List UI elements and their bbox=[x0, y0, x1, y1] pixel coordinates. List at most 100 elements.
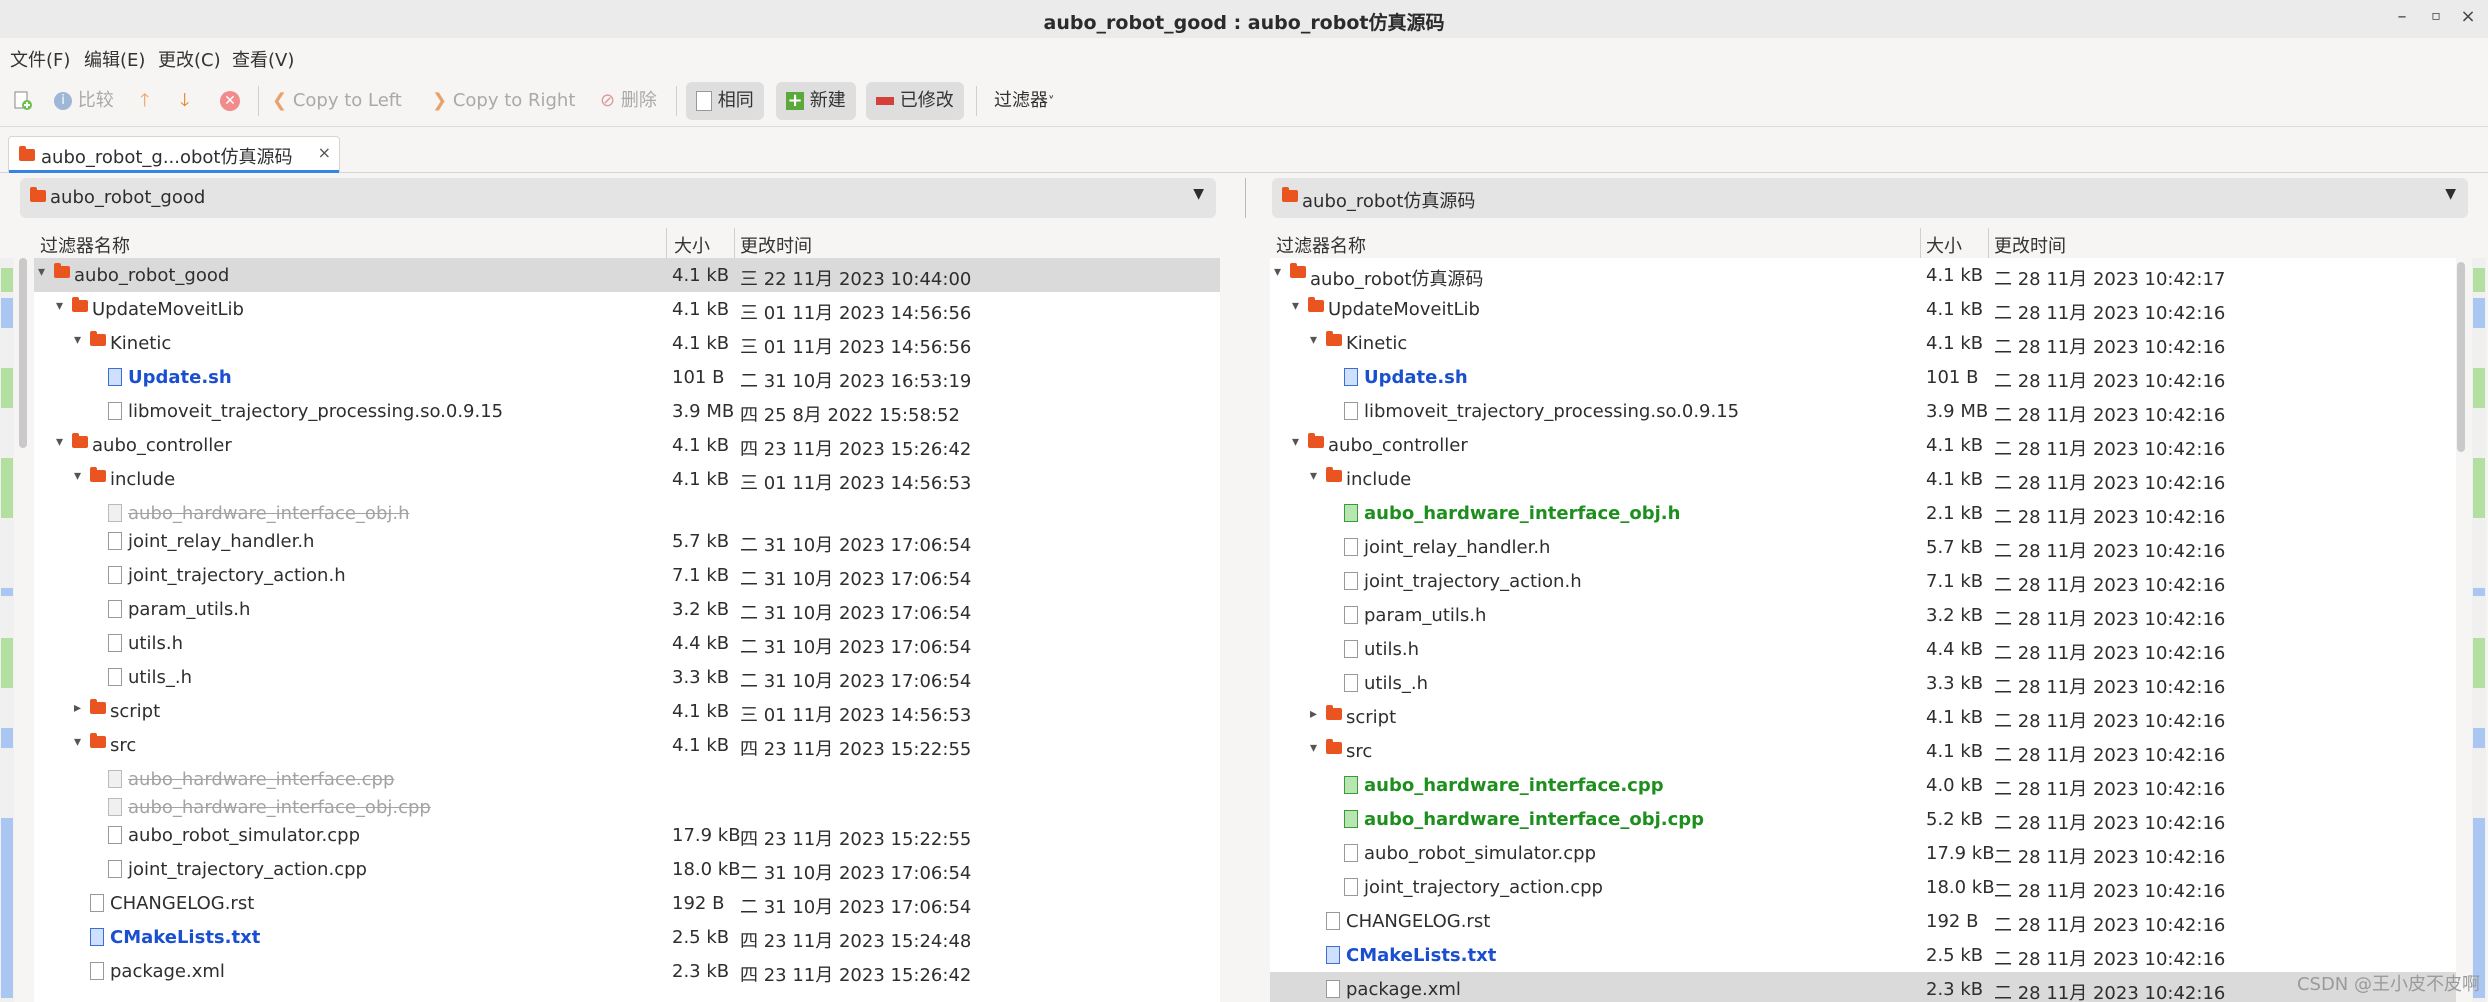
tree-row[interactable]: ▾ aubo_controller 4.1 kB 二 28 11月 2023 10:4… bbox=[1270, 428, 2456, 462]
tree-row[interactable]: Update.sh 101 B 二 28 11月 2023 10:42:16 bbox=[1270, 360, 2456, 394]
expander-open-icon[interactable]: ▾ bbox=[38, 264, 45, 280]
new-comparison-icon[interactable] bbox=[12, 82, 34, 120]
tree-row[interactable]: ▸ script 4.1 kB 三 01 11月 2023 14:56:53 bbox=[34, 694, 1220, 728]
delete-button[interactable]: ⊘ 删除 bbox=[600, 82, 657, 120]
col-size[interactable]: 大小 bbox=[674, 232, 710, 258]
expander-open-icon[interactable]: ▾ bbox=[1292, 434, 1299, 450]
tree-row[interactable]: aubo_hardware_interface_obj.h bbox=[34, 496, 1220, 524]
col-name[interactable]: 过滤器名称 bbox=[40, 232, 130, 258]
tree-row[interactable]: package.xml 2.3 kB 四 23 11月 2023 15:26:42 bbox=[34, 954, 1220, 988]
right-file-tree[interactable]: ▾ aubo_robot仿真源码 4.1 kB 二 28 11月 2023 10:42… bbox=[1270, 258, 2456, 1002]
tree-row[interactable]: aubo_hardware_interface_obj.h 2.1 kB 二 28 … bbox=[1270, 496, 2456, 530]
filter-dropdown[interactable]: 过滤器˅ bbox=[994, 82, 1055, 120]
expander-open-icon[interactable]: ▾ bbox=[56, 298, 63, 314]
expander-open-icon[interactable]: ▾ bbox=[74, 468, 81, 484]
column-divider[interactable] bbox=[666, 228, 667, 258]
stop-icon[interactable]: ✕ bbox=[220, 82, 240, 120]
expander-open-icon[interactable]: ▾ bbox=[1292, 298, 1299, 314]
tab-close-icon[interactable]: × bbox=[318, 143, 331, 162]
copy-to-left-button[interactable]: ❮ Copy to Left bbox=[272, 82, 402, 120]
tree-row[interactable]: package.xml 2.3 kB 二 28 11月 2023 10:42:16 bbox=[1270, 972, 2456, 1002]
tree-row[interactable]: utils.h 4.4 kB 二 31 10月 2023 17:06:54 bbox=[34, 626, 1220, 660]
tree-row[interactable]: ▾ aubo_robot_good 4.1 kB 三 22 11月 2023 10:4… bbox=[34, 258, 1220, 292]
right-path-selector[interactable]: aubo_robot仿真源码 ▼ bbox=[1272, 178, 2468, 218]
expander-open-icon[interactable]: ▾ bbox=[1310, 332, 1317, 348]
tree-row[interactable]: libmoveit_trajectory_processing.so.0.9.1… bbox=[34, 394, 1220, 428]
tree-row[interactable]: ▾ UpdateMoveitLib 4.1 kB 三 01 11月 2023 14:5… bbox=[34, 292, 1220, 326]
tree-row[interactable]: ▸ script 4.1 kB 二 28 11月 2023 10:42:16 bbox=[1270, 700, 2456, 734]
tree-row[interactable]: joint_trajectory_action.cpp 18.0 kB 二 28 1… bbox=[1270, 870, 2456, 904]
right-scrollbar[interactable] bbox=[2456, 258, 2466, 1002]
column-divider[interactable] bbox=[734, 228, 735, 258]
tree-row[interactable]: ▾ include 4.1 kB 三 01 11月 2023 14:56:53 bbox=[34, 462, 1220, 496]
scrollbar-thumb[interactable] bbox=[19, 258, 27, 448]
expander-open-icon[interactable]: ▾ bbox=[74, 734, 81, 750]
compare-button[interactable]: i 比较 bbox=[54, 82, 114, 120]
col-time[interactable]: 更改时间 bbox=[740, 232, 812, 258]
tree-row[interactable]: Update.sh 101 B 二 31 10月 2023 16:53:19 bbox=[34, 360, 1220, 394]
tree-row[interactable]: CHANGELOG.rst 192 B 二 28 11月 2023 10:42:16 bbox=[1270, 904, 2456, 938]
left-path-selector[interactable]: aubo_robot_good ▼ bbox=[20, 178, 1216, 218]
show-new-toggle[interactable]: + 新建 bbox=[776, 82, 856, 120]
minimize-icon[interactable]: – bbox=[2390, 6, 2414, 27]
left-scrollbar[interactable] bbox=[18, 258, 28, 1002]
tree-row[interactable]: joint_trajectory_action.cpp 18.0 kB 二 31 1… bbox=[34, 852, 1220, 886]
menu-file[interactable]: 文件(F) bbox=[10, 46, 70, 72]
tree-row[interactable]: ▾ Kinetic 4.1 kB 三 01 11月 2023 14:56:56 bbox=[34, 326, 1220, 360]
tree-row[interactable]: ▾ aubo_robot仿真源码 4.1 kB 二 28 11月 2023 10:42… bbox=[1270, 258, 2456, 292]
show-modified-toggle[interactable]: 已修改 bbox=[866, 82, 964, 120]
tab-comparison[interactable]: aubo_robot_g...obot仿真源码 × bbox=[8, 136, 340, 173]
tree-row[interactable]: aubo_hardware_interface.cpp 4.0 kB 二 28 11… bbox=[1270, 768, 2456, 802]
expander-open-icon[interactable]: ▾ bbox=[1310, 468, 1317, 484]
tree-row[interactable]: aubo_hardware_interface_obj.cpp 5.2 kB 二 2… bbox=[1270, 802, 2456, 836]
scrollbar-thumb[interactable] bbox=[2457, 262, 2465, 452]
expander-open-icon[interactable]: ▾ bbox=[56, 434, 63, 450]
tree-row[interactable]: utils.h 4.4 kB 二 28 11月 2023 10:42:16 bbox=[1270, 632, 2456, 666]
menu-edit[interactable]: 编辑(E) bbox=[84, 46, 145, 72]
pane-separator[interactable] bbox=[1245, 178, 1246, 218]
tree-row[interactable]: CHANGELOG.rst 192 B 二 31 10月 2023 17:06:54 bbox=[34, 886, 1220, 920]
maximize-icon[interactable]: ▫ bbox=[2424, 8, 2448, 24]
expander-open-icon[interactable]: ▾ bbox=[1274, 264, 1281, 280]
close-window-icon[interactable]: × bbox=[2456, 6, 2480, 27]
column-divider[interactable] bbox=[1988, 228, 1989, 258]
tree-row[interactable]: ▾ Kinetic 4.1 kB 二 28 11月 2023 10:42:16 bbox=[1270, 326, 2456, 360]
column-divider[interactable] bbox=[1920, 228, 1921, 258]
expander-open-icon[interactable]: ▾ bbox=[74, 332, 81, 348]
tree-row[interactable]: joint_relay_handler.h 5.7 kB 二 31 10月 2023… bbox=[34, 524, 1220, 558]
tree-row[interactable]: aubo_hardware_interface.cpp bbox=[34, 762, 1220, 790]
tree-row[interactable]: ▾ include 4.1 kB 二 28 11月 2023 10:42:16 bbox=[1270, 462, 2456, 496]
menu-view[interactable]: 查看(V) bbox=[232, 46, 294, 72]
tree-row[interactable]: joint_trajectory_action.h 7.1 kB 二 28 11月 … bbox=[1270, 564, 2456, 598]
arrow-down-icon[interactable]: 🡓 bbox=[180, 82, 189, 120]
show-identical-toggle[interactable]: 相同 bbox=[686, 82, 764, 120]
tree-row[interactable]: joint_relay_handler.h 5.7 kB 二 28 11月 2023… bbox=[1270, 530, 2456, 564]
tree-row[interactable]: utils_.h 3.3 kB 二 31 10月 2023 17:06:54 bbox=[34, 660, 1220, 694]
tree-row[interactable]: CMakeLists.txt 2.5 kB 四 23 11月 2023 15:24:… bbox=[34, 920, 1220, 954]
col-time[interactable]: 更改时间 bbox=[1994, 232, 2066, 258]
tree-row[interactable]: param_utils.h 3.2 kB 二 31 10月 2023 17:06:5… bbox=[34, 592, 1220, 626]
right-diff-map[interactable] bbox=[2472, 258, 2486, 1002]
tree-row[interactable]: ▾ src 4.1 kB 四 23 11月 2023 15:22:55 bbox=[34, 728, 1220, 762]
expander-open-icon[interactable]: ▾ bbox=[1310, 740, 1317, 756]
left-diff-map[interactable] bbox=[0, 258, 14, 1002]
arrow-up-icon[interactable]: 🡑 bbox=[140, 82, 149, 120]
expander-closed-icon[interactable]: ▸ bbox=[74, 700, 81, 716]
tree-row[interactable]: param_utils.h 3.2 kB 二 28 11月 2023 10:42:1… bbox=[1270, 598, 2456, 632]
tree-row[interactable]: CMakeLists.txt 2.5 kB 二 28 11月 2023 10:42:… bbox=[1270, 938, 2456, 972]
tree-row[interactable]: utils_.h 3.3 kB 二 28 11月 2023 10:42:16 bbox=[1270, 666, 2456, 700]
tree-row[interactable]: libmoveit_trajectory_processing.so.0.9.1… bbox=[1270, 394, 2456, 428]
tree-row[interactable]: aubo_robot_simulator.cpp 17.9 kB 四 23 11月 … bbox=[34, 818, 1220, 852]
tree-row[interactable]: ▾ UpdateMoveitLib 4.1 kB 二 28 11月 2023 10:4… bbox=[1270, 292, 2456, 326]
tree-row[interactable]: aubo_hardware_interface_obj.cpp bbox=[34, 790, 1220, 818]
col-size[interactable]: 大小 bbox=[1926, 232, 1962, 258]
menu-changes[interactable]: 更改(C) bbox=[158, 46, 221, 72]
left-file-tree[interactable]: ▾ aubo_robot_good 4.1 kB 三 22 11月 2023 10:4… bbox=[34, 258, 1220, 1002]
copy-to-right-button[interactable]: ❯ Copy to Right bbox=[432, 82, 575, 120]
tree-row[interactable]: ▾ aubo_controller 4.1 kB 四 23 11月 2023 15:2… bbox=[34, 428, 1220, 462]
tree-row[interactable]: ▾ src 4.1 kB 二 28 11月 2023 10:42:16 bbox=[1270, 734, 2456, 768]
col-name[interactable]: 过滤器名称 bbox=[1276, 232, 1366, 258]
tree-row[interactable]: aubo_robot_simulator.cpp 17.9 kB 二 28 11月 … bbox=[1270, 836, 2456, 870]
expander-closed-icon[interactable]: ▸ bbox=[1310, 706, 1317, 722]
tree-row[interactable]: joint_trajectory_action.h 7.1 kB 二 31 10月 … bbox=[34, 558, 1220, 592]
